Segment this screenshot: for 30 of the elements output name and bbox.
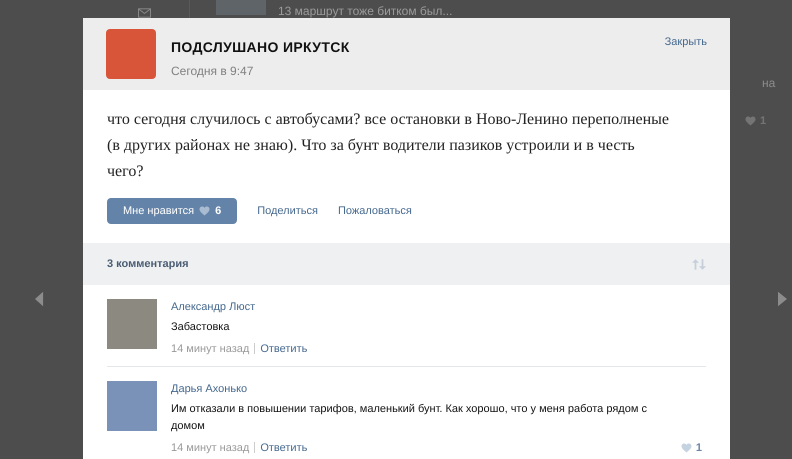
photo-placeholder [216, 0, 266, 15]
envelope-icon [138, 8, 151, 18]
feed-text: 13 маршрут тоже битком был... [278, 3, 452, 20]
report-link[interactable]: Пожаловаться [338, 202, 412, 220]
sort-icon[interactable] [692, 258, 706, 270]
comments-count: 3 комментария [107, 256, 189, 272]
group-name[interactable]: ПОДСЛУШАНО ИРКУТСК [171, 37, 350, 58]
heart-icon [745, 116, 756, 126]
avatar-photo-placeholder [107, 381, 157, 431]
post-text: что сегодня случилось с автобусами? все остановки в Ново-Ленино переполненые (в других районах не знаю). Что за бунт водители пазиков устроили и в честь чего? [107, 110, 670, 182]
like-button[interactable]: Мне нравится 6 [107, 198, 238, 224]
reply-link[interactable]: Ответить [260, 440, 308, 456]
comment-like-count: 1 [696, 440, 702, 456]
comment-time: 14 минут назад [171, 342, 250, 356]
comment-time: 14 минут назад [171, 440, 250, 456]
heart-icon [199, 206, 210, 216]
right-arrow-icon[interactable] [778, 291, 787, 307]
avatar-photo-placeholder [107, 299, 157, 349]
comment-text: Им отказали в повышении тарифов, маленький бунт. Как хорошо, что у меня работа рядом с домом [171, 402, 648, 434]
comment-text: Забастовка [171, 320, 230, 334]
left-arrow-icon[interactable] [35, 291, 44, 307]
side-text: на [762, 75, 776, 92]
close-link[interactable]: Закрыть [664, 34, 707, 50]
post-time: Сегодня в 9:47 [171, 63, 254, 80]
share-link[interactable]: Поделиться [257, 202, 318, 220]
heart-icon [680, 442, 692, 453]
comment-author[interactable]: Дарья Ахонько [171, 381, 706, 398]
comment-author[interactable]: Александр Люст [171, 299, 706, 316]
group-avatar [106, 29, 156, 79]
reply-link[interactable]: Ответить [260, 340, 308, 357]
